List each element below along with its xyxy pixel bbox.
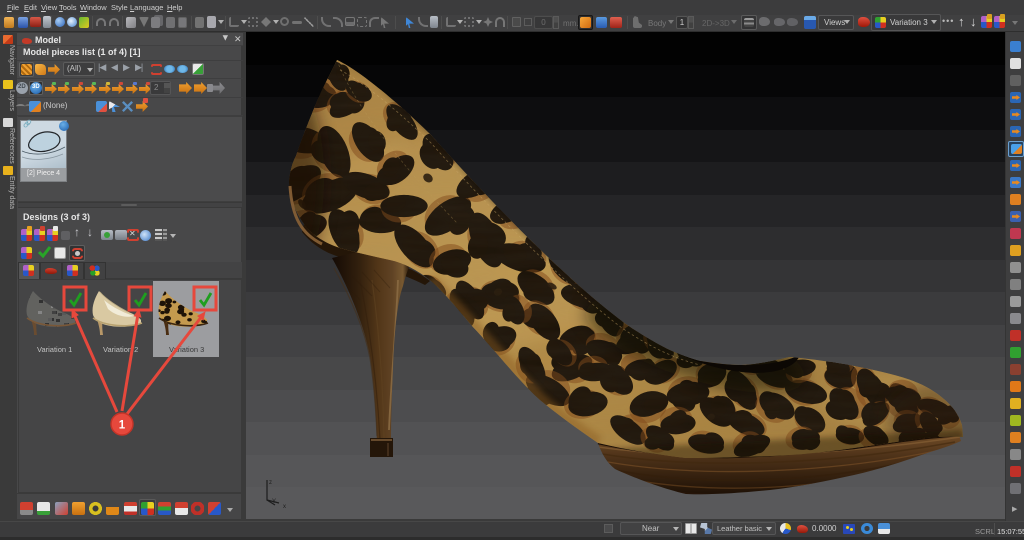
svg-text:z: z [269, 480, 272, 486]
svg-text:1: 1 [119, 420, 126, 432]
svg-text:x: x [283, 504, 286, 510]
svg-text:Y: Y [272, 499, 276, 505]
